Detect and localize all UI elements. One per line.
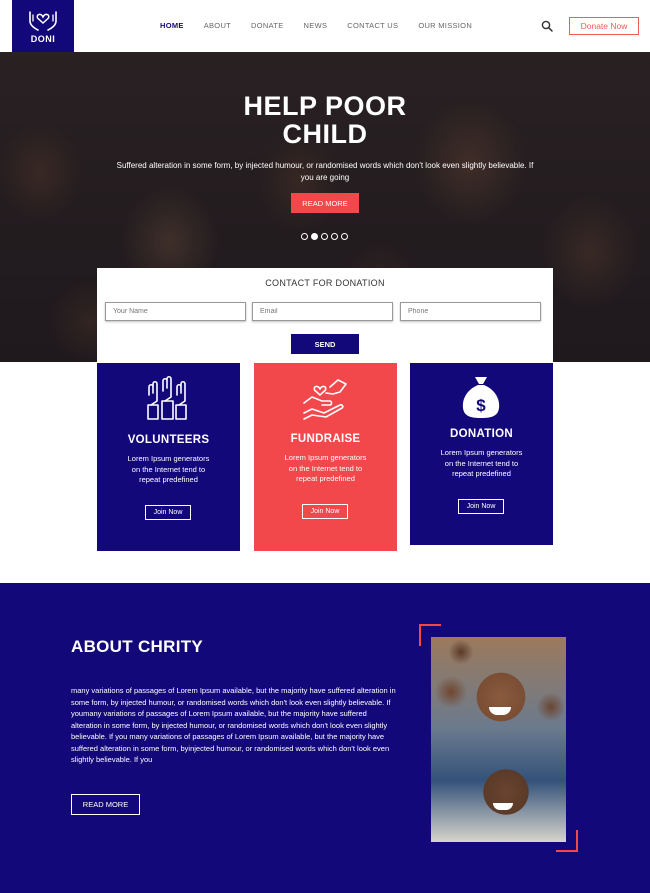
hero-text: Suffered alteration in some form, by inj… (116, 161, 534, 182)
children-photo (431, 637, 566, 842)
name-input[interactable] (105, 302, 246, 321)
about-title: ABOUT CHRITY (71, 637, 204, 656)
slider-dot[interactable] (341, 233, 348, 240)
search-icon[interactable] (541, 20, 553, 32)
card-title: DONATION (450, 428, 513, 440)
volunteers-join-button[interactable]: Join Now (145, 505, 191, 520)
raised-hands-icon (147, 375, 187, 420)
svg-text:$: $ (476, 396, 486, 415)
card-title: VOLUNTEERS (127, 434, 210, 446)
slider-dots (301, 233, 351, 240)
contact-form: CONTACT FOR DONATION SEND (97, 268, 553, 362)
logo-text: DONI (30, 34, 56, 44)
hero-read-more-button[interactable]: READ MORE (291, 193, 359, 213)
money-bag-icon: $ (462, 377, 500, 418)
nav-item-news[interactable]: NEWS (304, 21, 328, 30)
fundraise-join-button[interactable]: Join Now (302, 504, 348, 519)
nav-item-our-mission[interactable]: OUR MISSION (418, 21, 472, 30)
contact-title: CONTACT FOR DONATION (265, 278, 385, 288)
slider-dot-active[interactable] (311, 233, 318, 240)
send-button[interactable]: SEND (291, 334, 359, 354)
card-title: FUNDRAISE (290, 433, 361, 445)
slider-dot[interactable] (301, 233, 308, 240)
about-section: ABOUT CHRITY many variations of passages… (0, 583, 650, 893)
nav-item-donate[interactable]: DONATE (251, 21, 284, 30)
about-text: many variations of passages of Lorem Ips… (71, 686, 396, 764)
volunteers-card: VOLUNTEERS Lorem Ipsum generators on the… (97, 363, 240, 551)
heart-in-hands-icon (303, 379, 347, 420)
slider-dot[interactable] (331, 233, 338, 240)
main-nav: HOME ABOUT DONATE NEWS CONTACT US OUR MI… (160, 21, 492, 30)
donation-card: $ DONATION Lorem Ipsum generators on the… (410, 363, 553, 545)
phone-input[interactable] (400, 302, 541, 321)
fundraise-card: FUNDRAISE Lorem Ipsum generators on the … (254, 363, 397, 551)
header: DONI HOME ABOUT DONATE NEWS CONTACT US O… (0, 0, 650, 52)
nav-item-about[interactable]: ABOUT (204, 21, 231, 30)
nav-item-contact-us[interactable]: CONTACT US (347, 21, 398, 30)
card-text: Lorem Ipsum generators on the Internet t… (284, 453, 367, 483)
donate-now-button[interactable]: Donate Now (569, 17, 639, 35)
nav-item-home[interactable]: HOME (160, 21, 184, 30)
slider-dot[interactable] (321, 233, 328, 240)
hands-heart-icon (29, 11, 57, 31)
hero-title: HELP POOR CHILD (243, 91, 407, 149)
page: DONI HOME ABOUT DONATE NEWS CONTACT US O… (0, 0, 650, 893)
card-text: Lorem Ipsum generators on the Internet t… (127, 454, 210, 484)
about-read-more-button[interactable]: READ MORE (71, 794, 140, 815)
email-input[interactable] (252, 302, 393, 321)
card-text: Lorem Ipsum generators on the Internet t… (440, 448, 523, 478)
donation-join-button[interactable]: Join Now (458, 499, 504, 514)
logo[interactable]: DONI (12, 0, 74, 52)
